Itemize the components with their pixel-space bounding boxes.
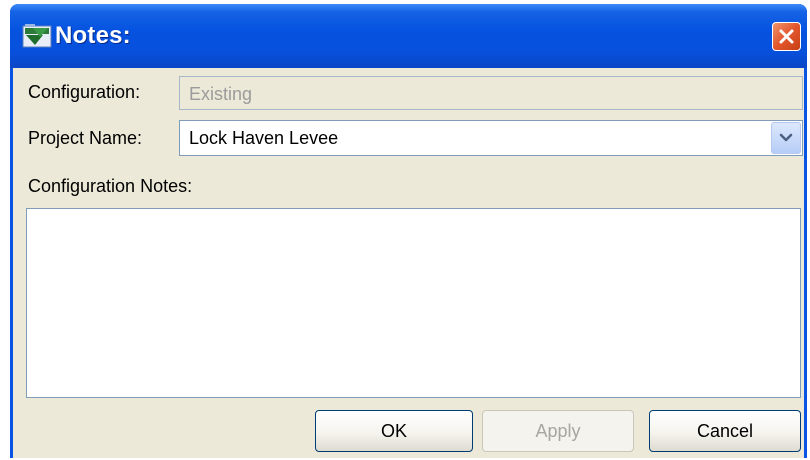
ok-button[interactable]: OK (315, 410, 473, 452)
cancel-button[interactable]: Cancel (649, 410, 801, 452)
configuration-notes-label: Configuration Notes: (28, 176, 193, 196)
title-bar[interactable]: Notes: (10, 4, 807, 68)
project-name-label: Project Name: (28, 128, 143, 148)
configuration-field: Existing (179, 76, 803, 110)
close-button[interactable] (772, 22, 801, 51)
close-icon (779, 29, 794, 44)
chevron-down-icon (779, 133, 793, 142)
window-title: Notes: (55, 22, 131, 49)
dialog-body: Configuration: Existing Project Name: Lo… (13, 68, 804, 458)
project-name-dropdown-button[interactable] (771, 122, 801, 154)
project-name-value: Lock Haven Levee (189, 128, 339, 148)
project-name-select[interactable]: Lock Haven Levee (179, 120, 803, 156)
configuration-notes-textarea[interactable] (26, 208, 801, 398)
notes-dialog: Notes: Configuration: Existing Project N… (10, 4, 807, 458)
configuration-label: Configuration: (28, 82, 141, 102)
apply-button: Apply (482, 410, 634, 452)
app-icon (22, 23, 52, 49)
